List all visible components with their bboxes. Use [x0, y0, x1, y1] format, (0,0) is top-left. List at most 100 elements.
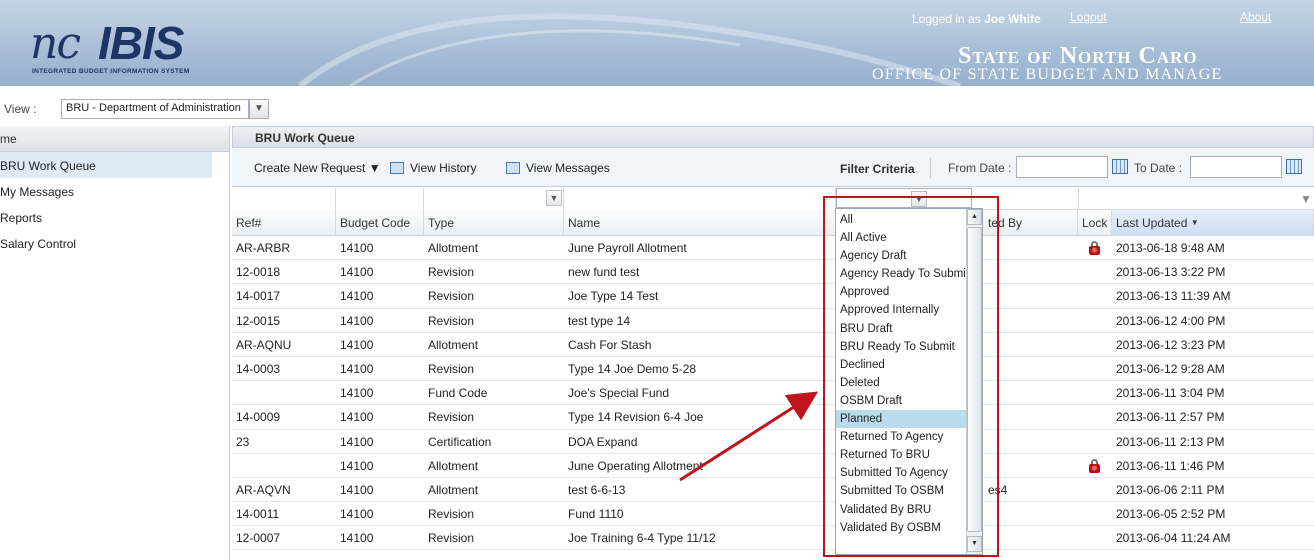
nav-item-my-messages[interactable]: My Messages: [0, 178, 229, 204]
from-date-label: From Date :: [948, 161, 1012, 175]
cell-updated: 2013-06-12 9:28 AM: [1116, 361, 1225, 376]
left-nav: me BRU Work Queue My Messages Reports Sa…: [0, 126, 230, 560]
cell-type: Fund Code: [428, 386, 488, 401]
logout-link[interactable]: Logout: [1070, 10, 1107, 24]
cell-ref: AR-AQVN: [236, 482, 291, 497]
cell-updated: 2013-06-05 2:52 PM: [1116, 507, 1226, 522]
cell-name: new fund test: [568, 265, 640, 280]
office-title: OFFICE OF STATE BUDGET AND MANAGE: [872, 66, 1223, 83]
about-link[interactable]: About: [1240, 10, 1271, 24]
nav-item-reports[interactable]: Reports: [0, 204, 229, 230]
view-history-label: View History: [410, 161, 477, 175]
cell-updated: 2013-06-11 2:57 PM: [1116, 410, 1225, 425]
chevron-down-icon[interactable]: ▼: [249, 99, 269, 119]
cell-type: Certification: [428, 434, 492, 449]
app-header: nc IBIS INTEGRATED BUDGET INFORMATION SY…: [0, 0, 1314, 86]
cell-name: Type 14 Joe Demo 5-28: [568, 361, 697, 376]
cell-updated: 2013-06-18 9:48 AM: [1116, 241, 1225, 255]
grid-body: AR-ARBR 14100 Allotment June Payroll Allotm…: [232, 236, 1314, 551]
cell-ref: 12-0015: [236, 313, 281, 328]
panel-title: BRU Work Queue: [232, 126, 1314, 148]
grid-header-row: Ref# Budget Code Type Name ted By Lock L…: [232, 210, 1314, 236]
table-row[interactable]: 23 14100 Certification DOA Expand 2013-06-11…: [232, 430, 1314, 454]
calendar-icon[interactable]: [1286, 159, 1302, 174]
work-queue-panel: BRU Work Queue Create New Request ▼ View…: [232, 126, 1314, 560]
table-row[interactable]: 12-0015 14100 Revision test type 14 2013-06-…: [232, 309, 1314, 333]
table-row[interactable]: AR-AQNU 14100 Allotment Cash For Stash 2013-…: [232, 333, 1314, 357]
cell-type: Revision: [428, 265, 475, 280]
table-row[interactable]: AR-AQVN 14100 Allotment test 6-6-13 es4 2013-…: [232, 478, 1314, 503]
cell-name: test 6-6-13: [568, 482, 626, 497]
logo-nc-text: nc: [30, 18, 81, 69]
col-header-name[interactable]: Name: [564, 210, 836, 236]
ncibis-logo: nc IBIS INTEGRATED BUDGET INFORMATION SY…: [30, 17, 220, 78]
cell-code: 14100: [340, 482, 374, 497]
cell-updated: 2013-06-11 1:46 PM: [1116, 458, 1225, 473]
table-row[interactable]: 14-0011 14100 Revision Fund 1110 2013-06-05 …: [232, 502, 1314, 527]
filter-funnel-icon[interactable]: ▼: [1300, 192, 1312, 206]
table-row[interactable]: 14-0017 14100 Revision Joe Type 14 Test 2013…: [232, 284, 1314, 309]
cell-type: Revision: [428, 289, 475, 304]
grid-filter-divider: [1078, 188, 1079, 210]
table-row[interactable]: 14100 Fund Code Joe's Special Fund 2013-06-…: [232, 381, 1314, 406]
table-row[interactable]: 14100 Allotment June Operating Allotment 20…: [232, 454, 1314, 478]
cell-code: 14100: [340, 458, 374, 473]
view-select[interactable]: BRU - Department of Administration: [61, 99, 249, 119]
cell-ref: 12-0007: [236, 531, 281, 546]
cell-code: 14100: [340, 434, 374, 449]
cell-updated: 2013-06-12 3:23 PM: [1116, 337, 1226, 352]
cell-updated: 2013-06-06 2:11 PM: [1116, 482, 1225, 497]
view-bar: View : BRU - Department of Administratio…: [0, 96, 1314, 124]
view-messages-label: View Messages: [526, 161, 610, 175]
cell-updated: 2013-06-13 11:39 AM: [1116, 289, 1231, 304]
from-date-input[interactable]: [1016, 156, 1108, 178]
cell-code: 14100: [340, 337, 374, 352]
col-header-last-updated[interactable]: Last Updated ▼: [1112, 210, 1314, 236]
cell-code: 14100: [340, 241, 374, 255]
cell-code: 14100: [340, 265, 374, 280]
cell-code: 14100: [340, 361, 374, 376]
table-row[interactable]: AR-ARBR 14100 Allotment June Payroll Allotm…: [232, 236, 1314, 261]
type-filter-select[interactable]: ▼: [424, 188, 564, 210]
cell-code: 14100: [340, 289, 374, 304]
name-filter-input[interactable]: [564, 188, 836, 210]
view-messages-button[interactable]: View Messages: [506, 161, 610, 175]
cell-code: 14100: [340, 313, 374, 328]
cell-updated: 2013-06-11 2:13 PM: [1116, 434, 1225, 449]
cell-type: Allotment: [428, 337, 479, 352]
col-header-lock[interactable]: Lock: [1078, 210, 1112, 236]
cell-code: 14100: [340, 507, 374, 522]
login-prefix: Logged in as: [912, 12, 981, 26]
logo-subtitle: INTEGRATED BUDGET INFORMATION SYSTEM: [32, 68, 190, 75]
cell-name: Fund 1110: [568, 507, 624, 522]
cell-type: Revision: [428, 313, 475, 328]
table-row[interactable]: 14-0003 14100 Revision Type 14 Joe Demo 5-2…: [232, 357, 1314, 382]
nav-item-bru-work-queue[interactable]: BRU Work Queue: [0, 152, 212, 178]
chevron-down-icon[interactable]: ▼: [546, 190, 562, 206]
lock-icon[interactable]: [1089, 241, 1100, 255]
last-updated-label: Last Updated: [1116, 216, 1188, 230]
col-header-type[interactable]: Type: [424, 210, 564, 236]
table-row[interactable]: 14-0009 14100 Revision Type 14 Revision 6-4…: [232, 405, 1314, 430]
view-label: View :: [4, 102, 37, 116]
cell-name: Type 14 Revision 6-4 Joe: [568, 410, 704, 425]
table-row[interactable]: 12-0018 14100 Revision new fund test 2013-06…: [232, 260, 1314, 285]
nav-item-salary-control[interactable]: Salary Control: [0, 230, 229, 256]
calendar-icon[interactable]: [1112, 159, 1128, 174]
history-icon: [390, 162, 404, 174]
to-date-input[interactable]: [1190, 156, 1282, 178]
col-header-budget-code[interactable]: Budget Code: [336, 210, 424, 236]
col-header-ref[interactable]: Ref#: [232, 210, 336, 236]
view-history-button[interactable]: View History: [390, 161, 476, 175]
nav-home[interactable]: me: [0, 126, 229, 152]
toolbar: Create New Request ▼ View History View M…: [232, 149, 1314, 187]
ref-filter-input[interactable]: [232, 188, 336, 210]
cell-name: June Operating Allotment: [568, 458, 703, 473]
cell-code: 14100: [340, 410, 374, 425]
table-row[interactable]: 12-0007 14100 Revision Joe Training 6-4 Typ…: [232, 526, 1314, 551]
cell-type: Revision: [428, 507, 475, 522]
lock-icon[interactable]: [1089, 458, 1100, 473]
create-new-request-button[interactable]: Create New Request ▼: [254, 161, 381, 175]
cell-type: Revision: [428, 361, 475, 376]
budget-code-filter-input[interactable]: [336, 188, 424, 210]
